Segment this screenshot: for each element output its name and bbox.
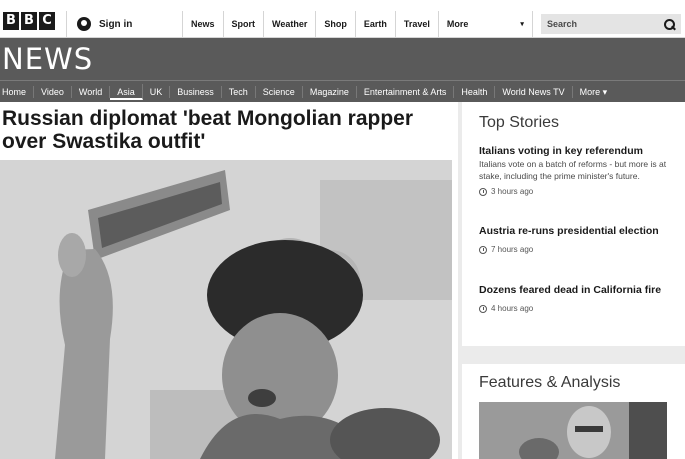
story-item[interactable]: Italians voting in key referendum Italia… (479, 144, 669, 196)
user-icon (77, 17, 91, 31)
article-headline[interactable]: Russian diplomat 'beat Mongolian rapper … (2, 107, 452, 153)
article-photo[interactable] (0, 160, 452, 459)
features-photo[interactable] (479, 402, 667, 459)
search-placeholder: Search (547, 19, 578, 29)
top-stories-panel: Top Stories Italians voting in key refer… (462, 102, 685, 346)
global-nav: News Sport Weather Shop Earth Travel Mor… (182, 11, 533, 37)
features-photo-illustration (479, 402, 667, 459)
section-nav-asia[interactable]: Asia (110, 83, 143, 100)
story-timestamp: 7 hours ago (479, 245, 669, 254)
story-headline[interactable]: Austria re-runs presidential election (479, 224, 669, 238)
section-nav-business[interactable]: Business (170, 85, 222, 98)
clock-icon (479, 245, 487, 254)
features-panel: Features & Analysis (462, 364, 685, 459)
story-summary: Italians vote on a batch of reforms - bu… (479, 159, 667, 181)
article-photo-illustration (0, 160, 452, 459)
story-time: 7 hours ago (491, 245, 534, 254)
global-nav-sport[interactable]: Sport (222, 11, 264, 37)
section-nav: Home Video World Asia UK Business Tech S… (0, 80, 685, 102)
chevron-down-icon: ▾ (520, 21, 524, 28)
logo-letter-c: C (39, 12, 55, 30)
story-timestamp: 4 hours ago (479, 304, 669, 313)
search-icon[interactable] (664, 18, 675, 30)
global-nav-travel[interactable]: Travel (394, 11, 438, 37)
section-nav-health[interactable]: Health (454, 85, 496, 98)
logo-letter-b2: B (21, 12, 37, 30)
global-nav-more[interactable]: More ▾ (437, 11, 533, 37)
section-nav-video[interactable]: Video (34, 85, 72, 98)
global-nav-more-label: More (446, 19, 469, 29)
clock-icon (479, 187, 487, 196)
news-title[interactable]: NEWS (2, 42, 93, 76)
search-input[interactable]: Search (541, 14, 681, 34)
clock-icon (479, 304, 487, 313)
global-nav-news[interactable]: News (182, 11, 223, 37)
signin-button[interactable]: Sign in (66, 11, 182, 37)
section-nav-more[interactable]: More ▾ (573, 86, 615, 98)
bbc-logo[interactable]: B B C (3, 12, 55, 30)
news-banner: NEWS (0, 38, 685, 80)
section-nav-uk[interactable]: UK (143, 85, 171, 98)
story-item[interactable]: Austria re-runs presidential election 7 … (479, 224, 669, 254)
section-nav-magazine[interactable]: Magazine (303, 85, 357, 98)
logo-letter-b1: B (3, 12, 19, 30)
features-title: Features & Analysis (479, 374, 621, 391)
story-time: 3 hours ago (491, 187, 534, 196)
global-header: B B C Sign in News Sport Weather Shop Ea… (0, 0, 685, 38)
global-nav-shop[interactable]: Shop (315, 11, 355, 37)
global-nav-earth[interactable]: Earth (354, 11, 395, 37)
section-nav-home[interactable]: Home (0, 85, 35, 98)
top-stories-title: Top Stories (479, 114, 560, 131)
section-nav-science[interactable]: Science (256, 85, 303, 98)
section-nav-tech[interactable]: Tech (222, 85, 256, 98)
global-nav-weather[interactable]: Weather (263, 11, 315, 37)
section-nav-entertainment-arts[interactable]: Entertainment & Arts (357, 85, 455, 98)
section-nav-world[interactable]: World (72, 85, 111, 98)
story-item[interactable]: Dozens feared dead in California fire 4 … (479, 283, 669, 313)
signin-label: Sign in (99, 18, 133, 30)
story-headline[interactable]: Dozens feared dead in California fire (479, 283, 669, 297)
story-headline[interactable]: Italians voting in key referendum (479, 144, 669, 158)
story-time: 4 hours ago (491, 304, 534, 313)
story-timestamp: 3 hours ago (479, 187, 669, 196)
section-nav-world-news-tv[interactable]: World News TV (495, 85, 573, 98)
page: B B C Sign in News Sport Weather Shop Ea… (0, 0, 685, 459)
